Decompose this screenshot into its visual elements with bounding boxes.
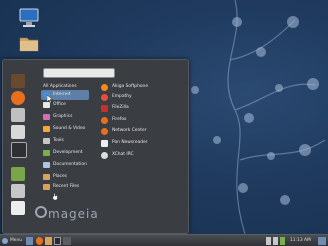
category-label: Places bbox=[53, 174, 67, 179]
category-graphics[interactable]: Graphics bbox=[41, 112, 89, 122]
logout-favorite-icon[interactable] bbox=[11, 184, 25, 198]
akiga-softphone-icon bbox=[101, 84, 108, 91]
development-icon bbox=[43, 150, 50, 156]
search-input[interactable] bbox=[43, 68, 115, 78]
menu-button-label: Menu bbox=[10, 238, 23, 243]
app-akiga-softphone[interactable]: Akiga Softphone bbox=[99, 82, 179, 92]
category-label: Office bbox=[53, 102, 66, 107]
application-menu: All Applications Internet Office Graphic… bbox=[2, 59, 189, 234]
mouse-pointer-icon bbox=[47, 95, 53, 103]
firefox-icon bbox=[101, 117, 108, 124]
app-label: FileZilla bbox=[112, 105, 129, 110]
app-pan-newsreader[interactable]: Pan Newsreader bbox=[99, 138, 179, 148]
update-tray-icon[interactable] bbox=[280, 237, 285, 245]
all-applications-header[interactable]: All Applications bbox=[43, 84, 77, 89]
pan-newsreader-icon bbox=[101, 140, 108, 147]
terminal-favorite-icon[interactable] bbox=[11, 74, 25, 88]
category-label: Development bbox=[53, 150, 83, 155]
app-filezilla[interactable]: FileZilla bbox=[99, 103, 179, 113]
blossom-wallpaper-art bbox=[191, 0, 326, 234]
window-list-item[interactable] bbox=[63, 237, 71, 245]
category-tools[interactable]: Tools bbox=[41, 136, 89, 146]
clock[interactable]: 11:13 AM bbox=[290, 237, 311, 245]
tools-icon bbox=[43, 138, 50, 144]
shutdown-favorite-icon[interactable] bbox=[11, 201, 25, 215]
category-label: Tools bbox=[53, 138, 64, 143]
app-xchat-irc[interactable]: XChat IRC bbox=[99, 150, 179, 160]
menu-icon bbox=[2, 238, 8, 244]
category-label: Recent Files bbox=[53, 184, 80, 189]
terminal2-favorite-icon[interactable] bbox=[11, 142, 27, 158]
category-label: Documentation bbox=[53, 162, 87, 167]
tools-favorite-icon[interactable] bbox=[11, 125, 25, 139]
app-label: XChat IRC bbox=[112, 152, 134, 157]
app-label: Firefox bbox=[112, 117, 127, 122]
mageia-logo-icon bbox=[35, 206, 47, 218]
app-label: Network Center bbox=[112, 128, 147, 133]
network-tray-icon[interactable] bbox=[266, 237, 271, 245]
app-label: Pan Newsreader bbox=[112, 140, 148, 145]
workspace-switcher[interactable] bbox=[318, 237, 326, 245]
bottom-panel: Menu 11:13 AM bbox=[0, 234, 328, 246]
category-recent-files[interactable]: Recent Files bbox=[41, 182, 89, 192]
settings-favorite-icon[interactable] bbox=[11, 108, 25, 122]
terminal-launcher-icon[interactable] bbox=[54, 237, 61, 245]
places-folder-icon bbox=[43, 174, 50, 180]
category-development[interactable]: Development bbox=[41, 148, 89, 158]
computer-desktop-icon[interactable] bbox=[18, 7, 40, 29]
home-folder-desktop-icon[interactable] bbox=[18, 32, 40, 54]
graphics-icon bbox=[43, 114, 50, 120]
category-label: Sound & Video bbox=[53, 126, 86, 131]
app-network-center[interactable]: Network Center bbox=[99, 126, 179, 136]
firefox-favorite-icon[interactable] bbox=[11, 91, 25, 105]
lock-favorite-icon[interactable] bbox=[11, 167, 25, 181]
volume-tray-icon[interactable] bbox=[273, 237, 278, 245]
show-desktop-icon[interactable] bbox=[26, 237, 33, 245]
app-empathy[interactable]: Empathy bbox=[99, 92, 179, 102]
network-center-icon bbox=[101, 128, 108, 135]
menu-button[interactable]: Menu bbox=[2, 237, 22, 245]
app-label: Akiga Softphone bbox=[112, 84, 149, 89]
category-sound-video[interactable]: Sound & Video bbox=[41, 124, 89, 134]
hand-cursor-icon bbox=[53, 193, 58, 200]
app-label: Empathy bbox=[112, 94, 132, 99]
mageia-brand: mageia bbox=[48, 207, 99, 221]
xchat-irc-icon bbox=[101, 152, 108, 159]
category-places[interactable]: Places bbox=[41, 172, 89, 182]
files-launcher-icon[interactable] bbox=[36, 237, 43, 245]
category-label: Internet bbox=[53, 92, 71, 97]
firefox-launcher-icon[interactable] bbox=[45, 237, 52, 245]
sound-video-icon bbox=[43, 126, 50, 132]
app-firefox[interactable]: Firefox bbox=[99, 115, 179, 125]
favorites-column bbox=[3, 60, 33, 233]
filezilla-icon bbox=[101, 105, 108, 112]
category-documentation[interactable]: Documentation bbox=[41, 160, 89, 170]
empathy-icon bbox=[101, 94, 108, 101]
recent-files-folder-icon bbox=[43, 184, 50, 190]
category-label: Graphics bbox=[53, 114, 73, 119]
documentation-icon bbox=[43, 162, 50, 168]
